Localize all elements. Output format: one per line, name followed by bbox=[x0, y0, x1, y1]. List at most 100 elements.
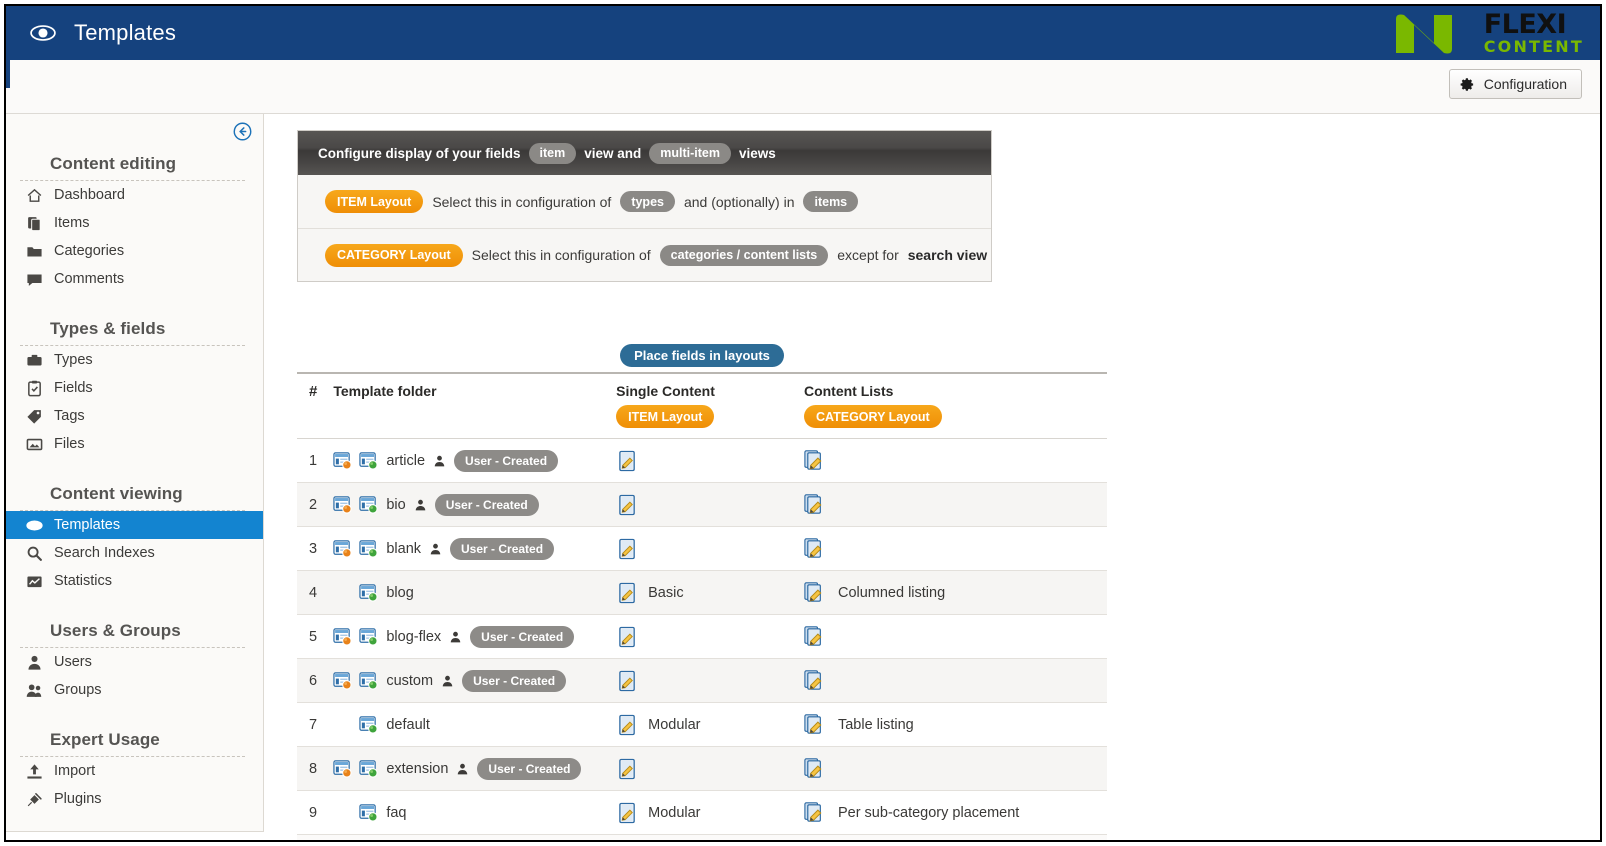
row-folder-name[interactable]: article bbox=[386, 453, 425, 469]
edit-form-green-icon[interactable] bbox=[359, 451, 378, 470]
row-folder-name[interactable]: blog bbox=[386, 585, 413, 601]
row-folder-name[interactable]: blank bbox=[386, 541, 421, 557]
category-layout-edit-icon[interactable] bbox=[804, 713, 827, 736]
user-icon bbox=[26, 654, 43, 671]
sidebar-item-statistics[interactable]: Statistics bbox=[6, 567, 263, 595]
category-layout-text-3: search view bbox=[907, 247, 988, 263]
edit-form-orange-icon[interactable] bbox=[333, 495, 352, 514]
sidebar-item-label: Files bbox=[54, 436, 85, 452]
table-row: 7 default Modular Table listing bbox=[297, 702, 1107, 747]
row-folder-name[interactable]: custom bbox=[386, 673, 433, 689]
sidebar-item-groups[interactable]: Groups bbox=[6, 676, 263, 704]
sidebar-item-users[interactable]: Users bbox=[6, 648, 263, 676]
header-item-layout-badge: ITEM Layout bbox=[616, 405, 715, 428]
sidebar-group-spacer bbox=[6, 601, 263, 615]
category-layout-edit-icon[interactable] bbox=[804, 493, 827, 516]
row-number: 5 bbox=[297, 614, 334, 659]
row-folder-name[interactable]: blog-flex bbox=[386, 629, 441, 645]
sidebar-item-search-indexes[interactable]: Search Indexes bbox=[6, 539, 263, 567]
category-layout-edit-icon[interactable] bbox=[804, 669, 827, 692]
row-folder-name[interactable]: extension bbox=[386, 761, 448, 777]
header-category-layout-badge: CATEGORY Layout bbox=[803, 405, 942, 428]
category-layout-name: Columned listing bbox=[837, 584, 946, 601]
sidebar-item-types[interactable]: Types bbox=[6, 346, 263, 374]
sidebar-item-tags[interactable]: Tags bbox=[6, 402, 263, 430]
logo-primary-text: FLEXI bbox=[1483, 9, 1567, 40]
sidebar-group-spacer bbox=[6, 710, 263, 724]
content-area: Content editing Dashboard Items Categories C… bbox=[6, 114, 1600, 840]
row-action-icons bbox=[333, 627, 378, 646]
category-layout-edit-icon[interactable] bbox=[804, 757, 827, 780]
row-content-lists bbox=[803, 614, 1107, 659]
sidebar-item-categories[interactable]: Categories bbox=[6, 237, 263, 265]
table-row: 1 article User - Created bbox=[297, 438, 1107, 483]
row-folder-name[interactable]: bio bbox=[386, 497, 405, 513]
collapse-left-arrow-icon[interactable] bbox=[233, 122, 252, 141]
edit-form-green-icon[interactable] bbox=[359, 583, 378, 602]
row-single-content bbox=[616, 482, 804, 527]
sidebar-nav: Content editing Dashboard Items Categories C… bbox=[6, 148, 263, 813]
sidebar-item-label: Fields bbox=[54, 380, 93, 396]
header-number-label: # bbox=[309, 383, 318, 400]
user-icon bbox=[433, 454, 446, 468]
item-layout-edit-icon[interactable] bbox=[618, 758, 637, 780]
item-layout-edit-icon[interactable] bbox=[618, 582, 637, 604]
row-action-icons bbox=[333, 803, 378, 822]
edit-form-orange-icon[interactable] bbox=[333, 539, 352, 558]
sidebar-group-users-groups: Users & Groups Users Groups bbox=[6, 615, 263, 704]
row-template-folder: blog bbox=[333, 570, 617, 615]
edit-form-orange-icon[interactable] bbox=[333, 627, 352, 646]
item-layout-name: Modular bbox=[648, 716, 701, 733]
flexicontent-logo: FLEXI CONTENT bbox=[1390, 9, 1584, 57]
edit-form-orange-icon[interactable] bbox=[333, 671, 352, 690]
category-layout-edit-icon[interactable] bbox=[804, 581, 827, 604]
item-layout-edit-icon[interactable] bbox=[618, 670, 637, 692]
edit-form-green-icon[interactable] bbox=[359, 539, 378, 558]
sidebar-item-templates[interactable]: Templates bbox=[6, 511, 263, 539]
item-layout-name: Modular bbox=[648, 804, 701, 821]
sidebar-item-files[interactable]: Files bbox=[6, 430, 263, 458]
edit-form-green-icon[interactable] bbox=[359, 759, 378, 778]
row-folder-name[interactable]: default bbox=[386, 717, 430, 733]
category-layout-edit-icon[interactable] bbox=[804, 449, 827, 472]
sidebar-item-comments[interactable]: Comments bbox=[6, 265, 263, 293]
item-layout-edit-icon[interactable] bbox=[618, 538, 637, 560]
category-layout-edit-icon[interactable] bbox=[804, 537, 827, 560]
sidebar-item-dashboard[interactable]: Dashboard bbox=[6, 181, 263, 209]
header-content-lists-label: Content Lists bbox=[803, 383, 894, 399]
edit-form-green-icon[interactable] bbox=[359, 627, 378, 646]
user-created-badge: User - Created bbox=[450, 537, 555, 560]
item-layout-pill-types: types bbox=[620, 191, 675, 212]
table-row: 4 blog Basic Columned listing bbox=[297, 570, 1107, 615]
row-content-lists: Table listing bbox=[803, 702, 1107, 747]
gear-icon bbox=[1460, 77, 1475, 92]
edit-form-orange-icon[interactable] bbox=[333, 451, 352, 470]
item-layout-edit-icon[interactable] bbox=[618, 494, 637, 516]
category-layout-edit-icon[interactable] bbox=[804, 801, 827, 824]
category-layout-edit-icon[interactable] bbox=[804, 625, 827, 648]
sidebar-item-items[interactable]: Items bbox=[6, 209, 263, 237]
edit-form-orange-icon[interactable] bbox=[333, 759, 352, 778]
configuration-button[interactable]: Configuration bbox=[1448, 69, 1582, 99]
table-row: 6 custom User - Created bbox=[297, 658, 1107, 703]
edit-form-green-icon[interactable] bbox=[359, 495, 378, 514]
table-row: 2 bio User - Created bbox=[297, 482, 1107, 527]
sidebar-group-spacer bbox=[6, 299, 263, 313]
edit-form-green-icon[interactable] bbox=[359, 803, 378, 822]
item-layout-edit-icon[interactable] bbox=[618, 450, 637, 472]
row-action-icons bbox=[333, 715, 378, 734]
category-layout-name: Per sub-category placement bbox=[837, 804, 1020, 821]
sidebar-item-import[interactable]: Import bbox=[6, 757, 263, 785]
sidebar-item-plugins[interactable]: Plugins bbox=[6, 785, 263, 813]
edit-form-green-icon[interactable] bbox=[359, 715, 378, 734]
chart-icon bbox=[26, 573, 43, 590]
sidebar-item-fields[interactable]: Fields bbox=[6, 374, 263, 402]
place-fields-in-layouts-badge[interactable]: Place fields in layouts bbox=[620, 344, 784, 367]
item-layout-edit-icon[interactable] bbox=[618, 626, 637, 648]
row-folder-name[interactable]: faq bbox=[386, 805, 406, 821]
sidebar-item-label: Comments bbox=[54, 271, 125, 287]
item-layout-edit-icon[interactable] bbox=[618, 714, 637, 736]
info-header-text-1: Configure display of your fields bbox=[318, 145, 521, 161]
item-layout-edit-icon[interactable] bbox=[618, 802, 637, 824]
edit-form-green-icon[interactable] bbox=[359, 671, 378, 690]
